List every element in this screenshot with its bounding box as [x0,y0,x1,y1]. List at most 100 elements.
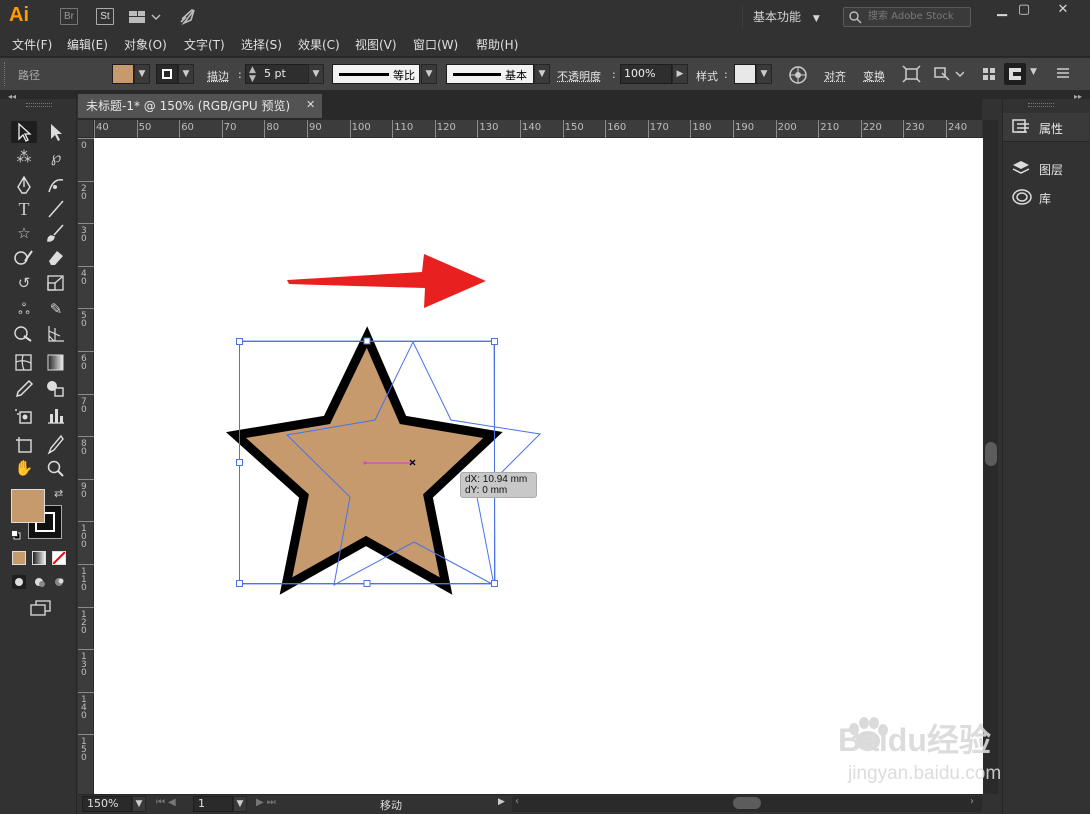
hand-tool[interactable]: ✋ [11,457,37,479]
paintbrush-tool[interactable] [43,222,69,244]
panel-menu-button[interactable] [1056,66,1070,83]
default-colors-icon[interactable] [11,529,21,540]
artboard-nav-prev-icons[interactable]: ⏮◀ [156,797,179,808]
recolor-artwork-button[interactable] [788,65,808,88]
shaper-tool[interactable] [11,246,37,268]
stock-button[interactable]: St [96,8,114,25]
rotate-tool[interactable]: ↺ [11,272,37,294]
menu-object[interactable]: 对象(O) [124,36,167,53]
gradient-mode-button[interactable] [32,551,46,565]
blend-tool[interactable] [43,377,69,399]
star-tool[interactable]: ☆ [11,222,37,244]
graphic-style-swatch[interactable] [734,64,756,84]
transform-button[interactable]: 变换 [863,68,885,84]
mesh-tool[interactable] [11,351,37,373]
column-graph-tool[interactable] [43,404,69,426]
menu-window[interactable]: 窗口(W) [413,36,458,53]
arrange-button[interactable] [934,65,965,86]
scroll-left-icon[interactable]: ‹ [515,796,519,807]
fill-color-box[interactable] [11,489,45,523]
magic-wand-tool[interactable]: ⁂ [11,146,37,168]
star-shape[interactable] [226,326,503,595]
brush-definition[interactable]: 基本 [446,64,534,84]
scroll-right-icon[interactable]: › [970,796,974,807]
grid-options-button[interactable] [982,67,996,84]
arrange-documents-button[interactable] [128,9,164,28]
profile-dropdown[interactable]: ▼ [421,64,437,84]
control-bar-grip[interactable] [4,62,6,86]
menu-view[interactable]: 视图(V) [355,36,397,53]
eraser-tool[interactable] [43,246,69,268]
close-tab-icon[interactable]: ✕ [306,98,315,111]
stroke-weight-dropdown[interactable]: ▼ [308,64,324,84]
zoom-level-field[interactable]: 150% [82,796,132,812]
artwork-layer[interactable] [94,138,983,794]
none-mode-button[interactable] [52,551,66,565]
document-tab[interactable]: 未标题-1* @ 150% (RGB/GPU 预览) [78,94,322,118]
opacity-label[interactable]: 不透明度 [557,68,601,84]
status-menu-arrow[interactable]: ▶ [498,797,505,807]
opacity-arrow[interactable]: ▶ [672,64,688,84]
workspace-switcher[interactable]: 基本功能 ▼ [742,6,828,28]
artboard-nav-next-icons[interactable]: ▶⏭ [256,797,279,808]
ruler-origin[interactable] [78,120,94,138]
menu-edit[interactable]: 编辑(E) [67,36,108,53]
fill-dropdown[interactable]: ▼ [134,64,150,84]
puppet-warp-tool[interactable]: ✎ [43,298,69,320]
change-screen-mode-button[interactable] [30,600,52,619]
chevron-down-icon[interactable]: ▼ [1030,67,1037,77]
align-button[interactable]: 对齐 [824,68,846,84]
style-dropdown[interactable]: ▼ [756,64,772,84]
layers-panel-button[interactable]: 图层 [1003,155,1089,181]
fill-swatch[interactable] [112,64,134,84]
artboard-tool[interactable] [11,433,37,455]
gradient-tool[interactable] [43,351,69,373]
menu-file[interactable]: 文件(F) [12,36,52,53]
libraries-panel-button[interactable]: 库 [1003,184,1089,210]
bridge-button[interactable]: Br [60,8,78,25]
lasso-tool[interactable]: ℘ [43,146,69,168]
menu-select[interactable]: 选择(S) [241,36,282,53]
horizontal-scroll-thumb[interactable] [733,797,761,809]
maximize-button[interactable]: ▢ [1008,0,1040,20]
symbol-sprayer-tool[interactable] [11,404,37,426]
drawing-modes[interactable] [12,575,68,592]
zoom-tool[interactable] [43,457,69,479]
opacity-input[interactable]: 100% [620,64,672,84]
scale-tool[interactable] [43,272,69,294]
properties-panel-button[interactable]: 属性 [1003,113,1089,141]
artboard-number-field[interactable]: 1 [193,796,233,812]
line-segment-tool[interactable] [43,198,69,220]
variable-width-profile[interactable]: 等比 [332,64,420,84]
perspective-grid-tool[interactable] [43,322,69,344]
stroke-swatch[interactable] [156,64,178,84]
stroke-label[interactable]: 描边 [207,68,229,84]
snap-to-pixel-button[interactable] [1004,63,1026,85]
swap-fill-stroke-icon[interactable]: ⇄ [54,487,63,500]
slice-tool[interactable] [43,433,69,455]
stroke-weight-input[interactable]: ▲ ▼ 5 pt [245,64,309,84]
menu-effect[interactable]: 效果(C) [298,36,340,53]
isolate-button[interactable] [902,65,922,86]
gpu-performance-button[interactable] [178,7,198,28]
stroke-dropdown[interactable]: ▼ [178,64,194,84]
color-mode-button[interactable] [12,551,26,565]
chevron-down-icon: ▼ [812,14,820,24]
zoom-dropdown[interactable]: ▼ [132,796,146,812]
vertical-scroll-thumb[interactable] [985,442,997,466]
shape-builder-tool[interactable] [11,322,37,344]
type-tool[interactable]: T [11,198,37,220]
direct-selection-tool[interactable] [43,121,69,143]
curvature-tool[interactable] [43,174,69,196]
brush-dropdown[interactable]: ▼ [534,64,550,84]
menu-help[interactable]: 帮助(H) [476,36,518,53]
close-window-button[interactable]: ✕ [1040,0,1086,20]
eyedropper-tool[interactable] [11,377,37,399]
menu-type[interactable]: 文字(T) [184,36,225,53]
panel-dock-grip[interactable] [1028,103,1054,107]
pen-tool[interactable] [11,174,37,196]
selection-tool[interactable] [11,121,37,143]
warp-tool[interactable]: ஃ [11,298,37,320]
artboard-dropdown[interactable]: ▼ [233,796,247,812]
tools-panel-grip[interactable] [26,103,52,107]
